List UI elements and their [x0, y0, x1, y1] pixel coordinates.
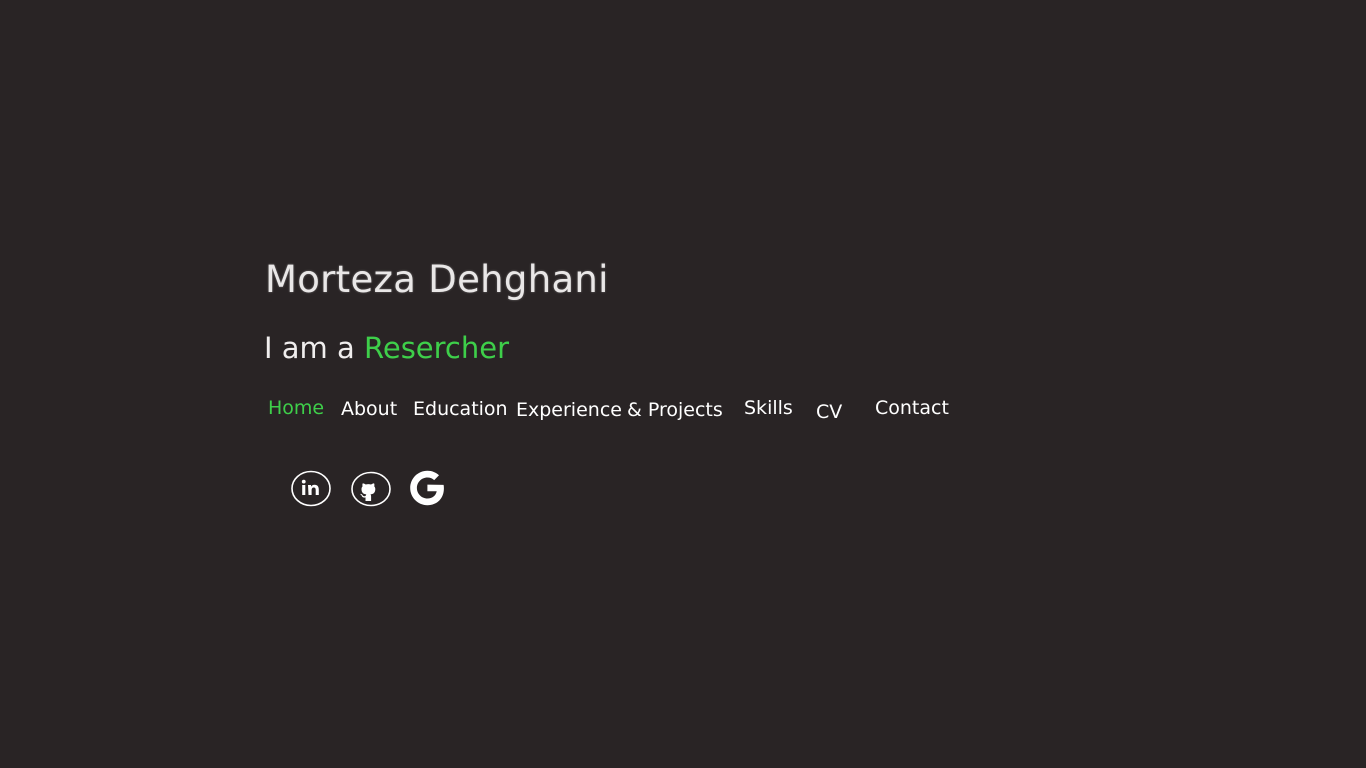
nav-projects[interactable]: & Projects [627, 401, 723, 420]
profile-name: Morteza Dehghani [265, 258, 609, 301]
nav-about[interactable]: About [341, 400, 397, 419]
nav-experience[interactable]: Experience [516, 401, 622, 420]
tagline: I am a Resercher [264, 331, 509, 365]
tagline-role: Resercher [364, 331, 510, 365]
google-link[interactable] [409, 470, 446, 506]
nav-contact[interactable]: Contact [875, 399, 949, 418]
nav-cv[interactable]: CV [816, 403, 842, 422]
tagline-prefix: I am a [264, 331, 355, 365]
google-scholar-icon [410, 470, 444, 506]
linkedin-icon [291, 470, 331, 507]
nav-education[interactable]: Education [413, 400, 508, 419]
github-link[interactable] [351, 471, 391, 507]
nav-home[interactable]: Home [268, 399, 324, 418]
hero-section: Morteza Dehghani I am a Resercher Home A… [0, 0, 1366, 768]
nav-skills[interactable]: Skills [744, 399, 793, 418]
github-icon [351, 471, 391, 507]
linkedin-link[interactable] [291, 470, 331, 507]
